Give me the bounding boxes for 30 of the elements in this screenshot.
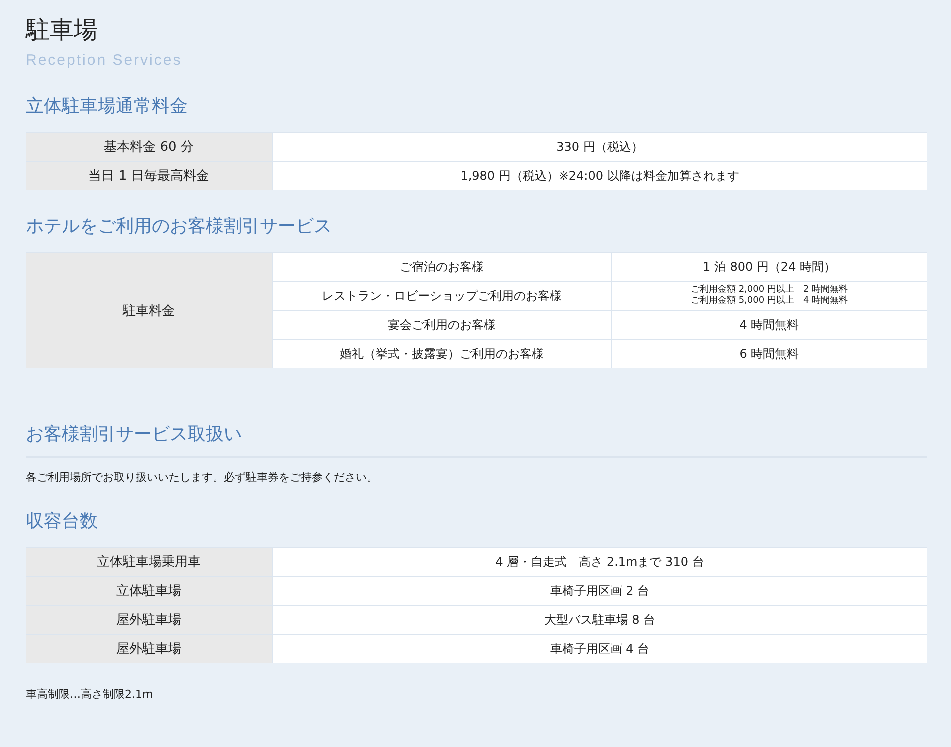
table-cell: 婚礼（挙式・披露宴）ご利用のお客様 [273,340,611,368]
note-text: 車高制限…高さ制限2.1m [26,687,154,702]
table-cell: 6 時間無料 [740,346,800,362]
row-label: 基本料金 60 分 [26,133,272,161]
table-cell: 330 円（税込） [273,133,927,161]
page-title: 駐車場 [26,15,99,46]
table-cell: ご宿泊のお客様 [273,253,611,281]
row-label: 屋外駐車場 [26,606,272,634]
section-heading: お客様割引サービス取扱い [26,422,927,458]
table-cell: 1,980 円（税込）※24:00 以降は料金加算されます [273,162,927,190]
table-cell: ご利用金額 5,000 円以上 4 時間無料 [690,296,848,307]
section-heading: 立体駐車場通常料金 [26,95,189,119]
section-heading: 収容台数 [26,510,99,534]
table-cell: 車椅子用区画 4 台 [273,635,927,663]
section-heading: ホテルをご利用のお客様割引サービス [26,215,333,239]
row-label: 駐車料金 [26,253,272,368]
row-label: 当日 1 日毎最高料金 [26,162,272,190]
table-cell: 1 泊 800 円（24 時間） [702,258,836,276]
table-cell: 4 層・自走式 高さ 2.1mまで 310 台 [273,548,927,576]
table-cell-text: ご利用金額 2,000 円以上 2 時間無料 [690,285,848,296]
table-cell: 大型バス駐車場 8 台 [273,606,927,634]
page-subtitle: Reception Services [26,52,184,70]
row-label: 立体駐車場乗用車 [26,548,272,576]
table-cell: 宴会ご利用のお客様 [273,311,611,339]
table-cell: 4 時間無料 [740,316,800,334]
body-text: 各ご利用場所でお取り扱いいたします。必ず駐車券をご持参ください。 [26,470,379,485]
table-cell: レストラン・ロビーショップご利用のお客様 [273,282,611,310]
table-cell: 車椅子用区画 2 台 [273,577,927,605]
row-label: 屋外駐車場 [26,635,272,663]
row-label: 立体駐車場 [26,577,272,605]
